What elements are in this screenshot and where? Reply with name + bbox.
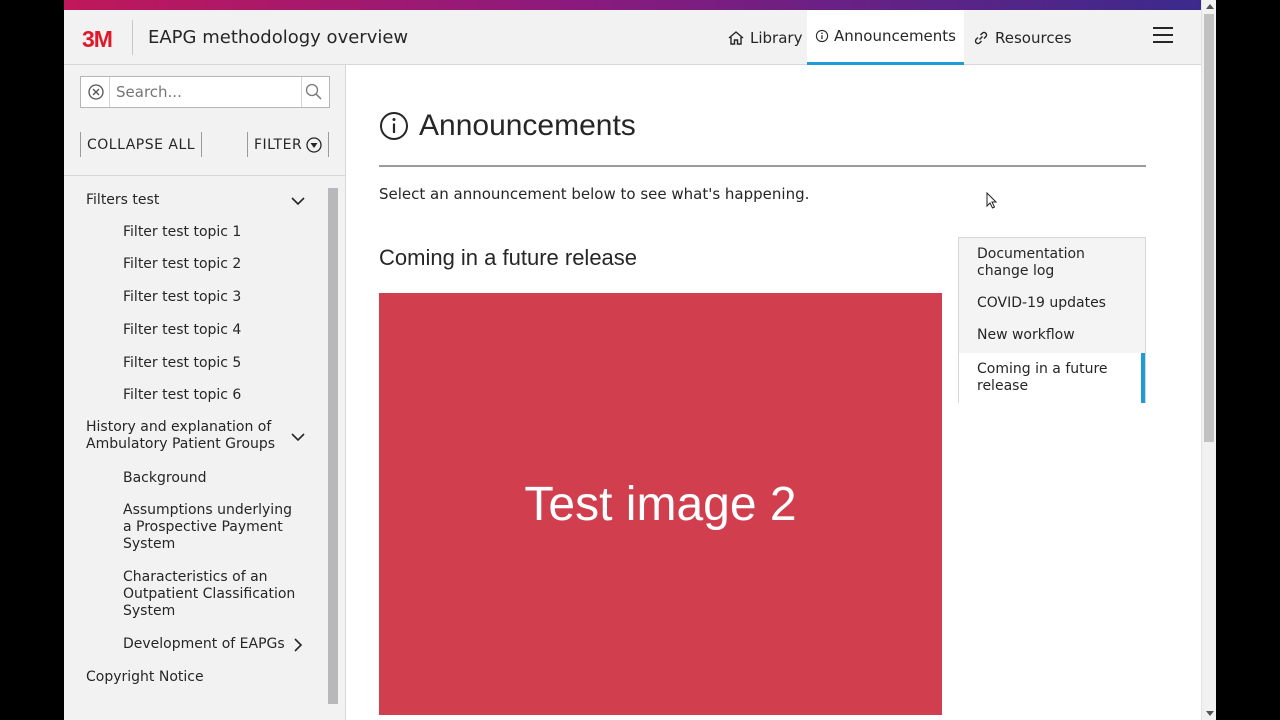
search-input[interactable] — [109, 77, 302, 107]
header: 3M EAPG methodology overview Library Ann… — [64, 10, 1201, 65]
toc-item-covid[interactable]: COVID-19 updates — [977, 295, 1127, 312]
tree-item-topic-4[interactable]: Filter test topic 4 — [123, 322, 303, 339]
announcement-image: Test image 2 — [379, 293, 942, 715]
tree-item-label: Filter test topic 3 — [123, 289, 242, 305]
image-caption: Test image 2 — [524, 477, 797, 531]
tree-item-label: Copyright Notice — [86, 669, 204, 685]
filter-button[interactable]: FILTER — [247, 132, 330, 157]
tree-item-label: Filter test topic 2 — [123, 256, 242, 272]
brand-gradient-bar — [64, 0, 1201, 10]
intro-text: Select an announcement below to see what… — [379, 185, 810, 203]
tree-item-background[interactable]: Background — [123, 470, 303, 487]
filter-dropdown-icon — [306, 136, 322, 153]
sidebar: COLLAPSE ALL FILTER Filters test Filter … — [64, 65, 346, 720]
scroll-down-arrow-icon[interactable] — [1206, 711, 1214, 716]
chevron-down-icon[interactable] — [289, 192, 307, 210]
main-content: Announcements Select an announcement bel… — [347, 65, 1201, 720]
tree-item-topic-1[interactable]: Filter test topic 1 — [123, 224, 303, 241]
toc-item-new-workflow[interactable]: New workflow — [977, 327, 1127, 344]
search-icon[interactable] — [304, 82, 324, 102]
page-title: Announcements — [419, 109, 636, 142]
toc-item-future-release[interactable]: Coming in a future release — [977, 361, 1117, 395]
tree-item-label: Filter test topic 6 — [123, 387, 242, 403]
scroll-up-arrow-icon[interactable] — [1206, 4, 1214, 9]
toc-item-changelog[interactable]: Documentation change log — [977, 246, 1127, 280]
collapse-all-label: COLLAPSE ALL — [87, 136, 196, 153]
toc-item-label: Documentation change log — [977, 246, 1085, 279]
tree-item-topic-2[interactable]: Filter test topic 2 — [123, 256, 303, 273]
tree-item-label: Filter test topic 5 — [123, 355, 242, 371]
tree-item-copyright[interactable]: Copyright Notice — [86, 669, 296, 686]
nav-library-label: Library — [750, 28, 803, 47]
toc-item-label: COVID-19 updates — [977, 295, 1106, 311]
tree-item-label: Filter test topic 4 — [123, 322, 242, 338]
app-window: 3M EAPG methodology overview Library Ann… — [64, 0, 1216, 720]
clear-search-icon[interactable] — [87, 83, 105, 101]
chevron-down-icon[interactable] — [289, 428, 307, 446]
tree-item-label: Background — [123, 470, 207, 486]
sidebar-scrollbar-thumb[interactable] — [328, 188, 338, 704]
tree-item-label: Filter test topic 1 — [123, 224, 242, 240]
tree-item-topic-3[interactable]: Filter test topic 3 — [123, 289, 303, 306]
page-heading: Announcements — [379, 109, 636, 143]
tree-item-topic-6[interactable]: Filter test topic 6 — [123, 387, 303, 404]
tree-item-label: Filters test — [86, 192, 160, 208]
tree-item-history[interactable]: History and explanation of Ambulatory Pa… — [86, 419, 281, 453]
section-title: Coming in a future release — [379, 245, 638, 270]
heading-divider — [379, 165, 1146, 167]
toc-item-label: New workflow — [977, 327, 1075, 343]
collapse-all-button[interactable]: COLLAPSE ALL — [80, 132, 203, 157]
hamburger-menu-icon[interactable] — [1153, 27, 1173, 47]
toc-item-label: Coming in a future release — [977, 361, 1108, 394]
tree-item-development[interactable]: Development of EAPGs — [123, 636, 293, 653]
tree-item-filters-test[interactable]: Filters test — [86, 192, 296, 209]
link-icon — [974, 31, 988, 44]
nav-resources[interactable]: Resources — [964, 10, 1080, 65]
info-icon — [815, 29, 829, 43]
tree-item-label: Development of EAPGs — [123, 636, 285, 652]
page-scrollbar[interactable] — [1201, 0, 1216, 720]
tree-item-assumptions[interactable]: Assumptions underlying a Prospective Pay… — [123, 502, 303, 553]
sidebar-scrollbar[interactable] — [326, 176, 340, 720]
page-scrollbar-thumb[interactable] — [1204, 14, 1214, 442]
logo-divider — [132, 20, 133, 55]
filter-label: FILTER — [254, 136, 303, 153]
tree-item-topic-5[interactable]: Filter test topic 5 — [123, 355, 303, 372]
tree-item-characteristics[interactable]: Characteristics of an Outpatient Classif… — [123, 569, 303, 620]
announcement-toc: Documentation change log COVID-19 update… — [958, 237, 1146, 403]
nav-resources-label: Resources — [995, 28, 1072, 47]
3m-logo[interactable]: 3M — [82, 26, 113, 53]
chevron-right-icon[interactable] — [289, 636, 307, 654]
tree-item-label: History and explanation of Ambulatory Pa… — [86, 419, 276, 452]
mouse-cursor-icon — [986, 192, 998, 209]
search-box — [80, 76, 330, 108]
nav-library[interactable]: Library — [719, 10, 810, 65]
home-icon — [728, 30, 744, 45]
nav-announcements[interactable]: Announcements — [807, 10, 964, 65]
app-title[interactable]: EAPG methodology overview — [148, 27, 408, 48]
tree-item-label: Assumptions underlying a Prospective Pay… — [123, 502, 292, 552]
nav-announcements-label: Announcements — [834, 27, 956, 45]
nav-tree: Filters test Filter test topic 1 Filter … — [64, 176, 326, 720]
tree-item-label: Characteristics of an Outpatient Classif… — [123, 569, 296, 619]
info-icon — [380, 112, 408, 140]
